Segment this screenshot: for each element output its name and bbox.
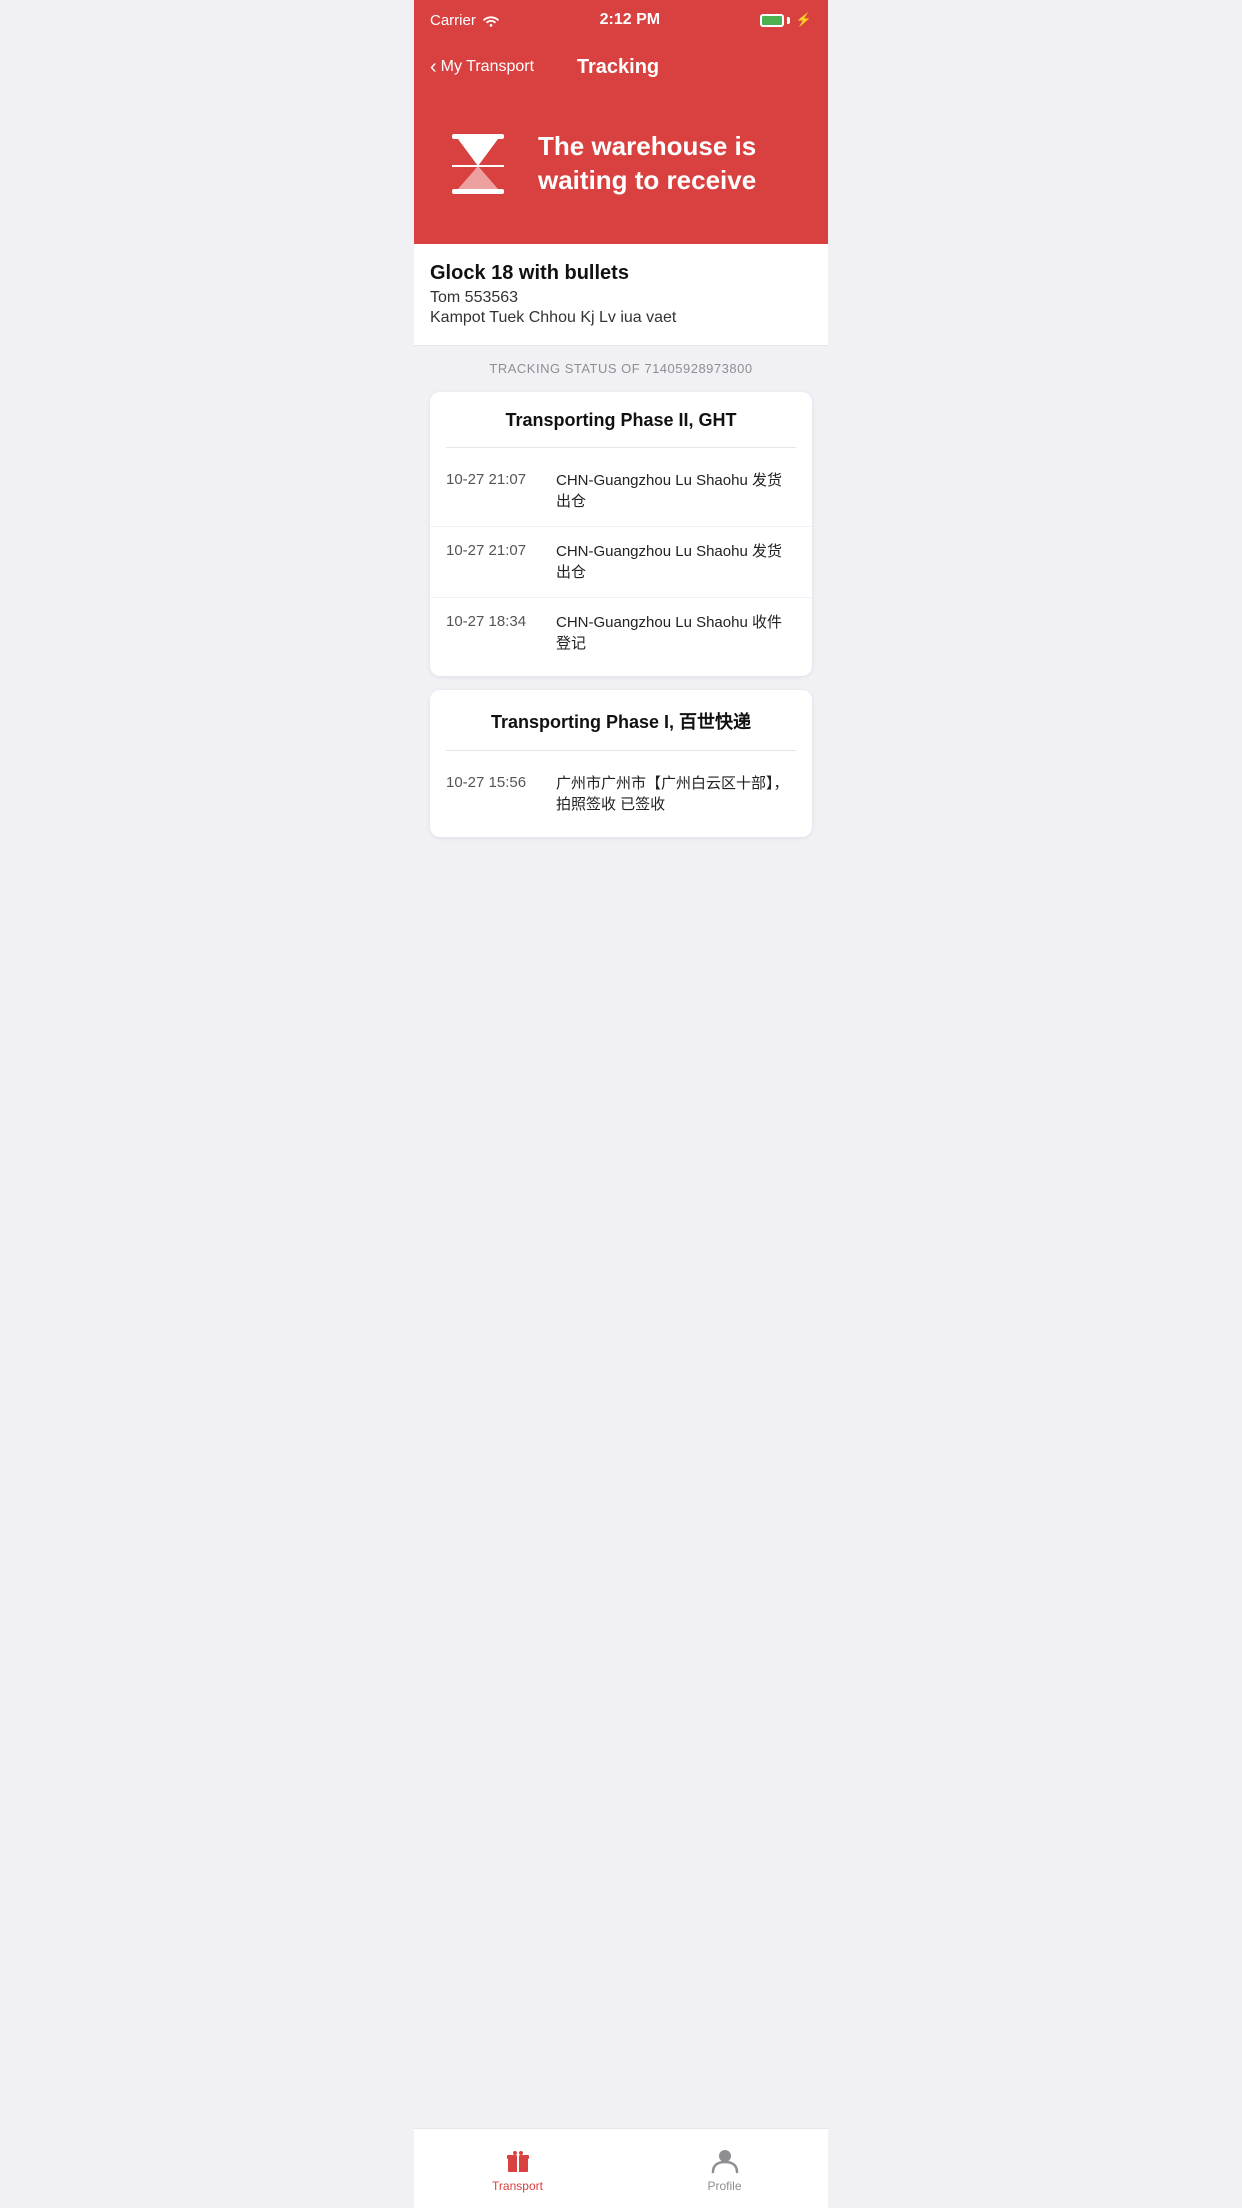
status-time: 2:12 PM: [600, 11, 660, 29]
phase-card-0: Transporting Phase II, GHT 10-27 21:07 CHN…: [430, 392, 812, 676]
event-time: 10-27 15:56: [446, 773, 536, 791]
tracking-events-0: 10-27 21:07CHN-Guangzhou Lu Shaohu 发货出仓1…: [430, 448, 812, 676]
phase-title-1: Transporting Phase I, 百世快递: [430, 690, 812, 750]
tracking-event: 10-27 21:07 CHN-Guangzhou Lu Shaohu 发货出仓: [430, 456, 812, 527]
gift-icon: [503, 2145, 533, 2175]
package-address: Kampot Tuek Chhou Kj Lv iua vaet: [430, 309, 812, 327]
event-description: 广州市广州市【广州白云区十部】，拍照签收 已签收: [556, 773, 796, 815]
tracking-status-label: TRACKING STATUS OF 71405928973800: [489, 361, 752, 376]
tab-profile[interactable]: Profile: [621, 2129, 828, 2198]
carrier-info: Carrier: [430, 12, 500, 29]
back-button[interactable]: ‹ My Transport: [430, 57, 534, 77]
back-chevron-icon: ‹: [430, 57, 437, 77]
nav-bar: ‹ My Transport Tracking: [414, 40, 828, 94]
tracking-events-1: 10-27 15:56 广州市广州市【广州白云区十部】，拍照签收 已签收: [430, 751, 812, 837]
profile-tab-label: Profile: [707, 2179, 741, 2193]
charging-bolt: ⚡: [796, 12, 812, 28]
tracking-status-header: TRACKING STATUS OF 71405928973800: [414, 346, 828, 392]
carrier-label: Carrier: [430, 12, 476, 29]
person-icon: [710, 2145, 740, 2175]
hero-banner: The warehouse is waiting to receive: [414, 94, 828, 244]
back-label: My Transport: [441, 58, 534, 76]
hourglass-icon: [438, 124, 518, 204]
package-name: Glock 18 with bullets: [430, 262, 812, 285]
event-time: 10-27 21:07: [446, 470, 536, 488]
tracking-event: 10-27 21:07 CHN-Guangzhou Lu Shaohu 发货出仓: [430, 527, 812, 598]
hero-status-text: The warehouse is waiting to receive: [538, 130, 804, 198]
transport-tab-label: Transport: [492, 2179, 543, 2193]
tab-bar: Transport Profile: [414, 2128, 828, 2208]
page-title: Tracking: [534, 56, 702, 79]
battery-indicator: [760, 14, 790, 27]
event-description: CHN-Guangzhou Lu Shaohu 收件登记: [556, 612, 796, 654]
phase-title-0: Transporting Phase II, GHT: [430, 392, 812, 447]
tab-transport[interactable]: Transport: [414, 2129, 621, 2198]
package-info: Glock 18 with bullets Tom 553563 Kampot …: [414, 244, 828, 346]
event-time: 10-27 21:07: [446, 541, 536, 559]
battery-area: ⚡: [760, 12, 812, 28]
phase-card-1: Transporting Phase I, 百世快递 10-27 15:56 广州市…: [430, 690, 812, 837]
event-time: 10-27 18:34: [446, 612, 536, 630]
battery-body: [760, 14, 784, 27]
battery-tip: [787, 17, 790, 24]
event-description: CHN-Guangzhou Lu Shaohu 发货出仓: [556, 541, 796, 583]
tracking-event: 10-27 18:34 CHN-Guangzhou Lu Shaohu 收件登记: [430, 598, 812, 668]
package-recipient: Tom 553563: [430, 289, 812, 307]
status-bar: Carrier 2:12 PM ⚡: [414, 0, 828, 40]
wifi-icon: [482, 13, 500, 27]
tracking-event: 10-27 15:56 广州市广州市【广州白云区十部】，拍照签收 已签收: [430, 759, 812, 829]
main-content: Transporting Phase II, GHT 10-27 21:07 CHN…: [414, 392, 828, 941]
event-description: CHN-Guangzhou Lu Shaohu 发货出仓: [556, 470, 796, 512]
